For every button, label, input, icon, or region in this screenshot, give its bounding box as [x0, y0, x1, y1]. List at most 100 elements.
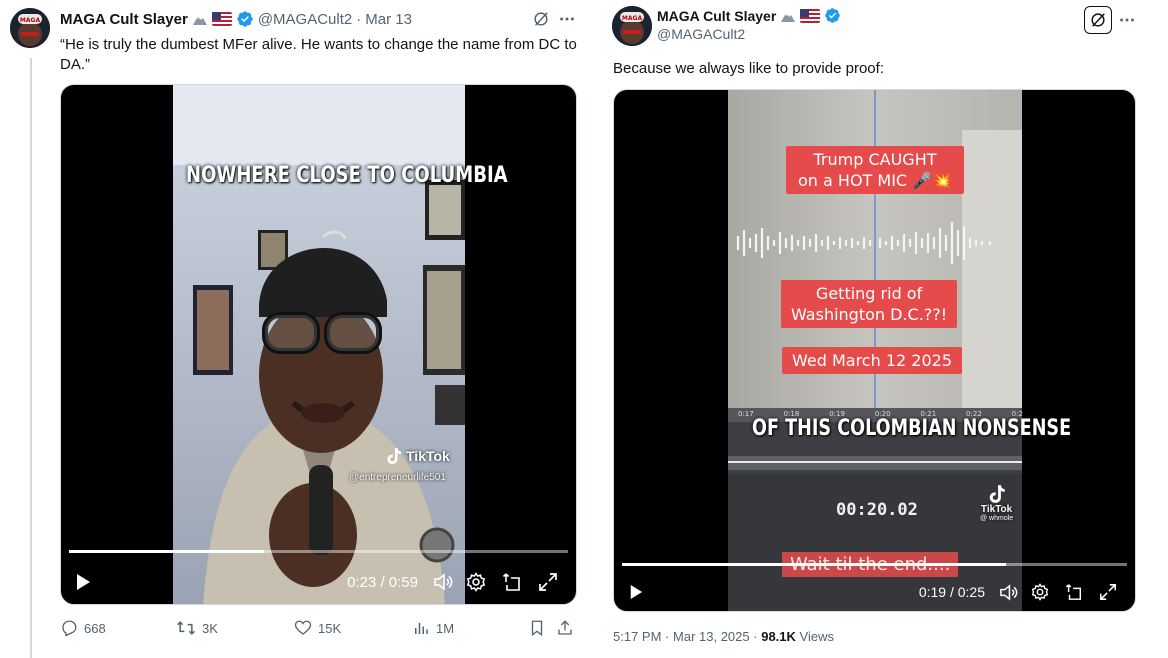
avatar[interactable]: MAGA [10, 8, 50, 48]
action-bar: 668 3K 15K 1M [60, 618, 580, 638]
more-icon [560, 17, 574, 21]
pip-icon [502, 573, 520, 591]
tiktok-brand: TikTok [980, 504, 1013, 515]
video-progress-fill [622, 563, 1006, 566]
mountain-emoji-icon [781, 12, 796, 22]
mountain-emoji-icon [192, 16, 207, 25]
tweet-text: Because we always like to provide proof: [613, 60, 884, 77]
caption-hot-mic: Trump CAUGHT on a HOT MIC 🎤💥 [786, 146, 965, 194]
tiktok-icon [989, 485, 1005, 503]
grok-icon [534, 12, 548, 26]
grok-icon [1091, 13, 1105, 27]
caption-line: Washington D.C.??! [791, 305, 948, 324]
fullscreen-button[interactable] [1091, 583, 1125, 601]
play-button[interactable] [624, 584, 648, 600]
grok-button[interactable] [1084, 6, 1112, 34]
bookmark-button[interactable] [528, 619, 546, 637]
right-post: MAGA MAGA Cult Slayer @MAGACult2 Because… [600, 0, 1168, 658]
video-player[interactable]: 0:17 0:18 0:19 0:20 0:21 0:22 0:2 Trump … [613, 89, 1136, 612]
tiktok-username: @entrepreneurlife501 [349, 472, 446, 483]
left-post: MAGA MAGA Cult Slayer @MAGACult2 · Mar 1… [0, 0, 590, 658]
play-button[interactable] [71, 573, 95, 591]
video-player[interactable]: NOWHERE CLOSE TO COLUMBIA TikTok @entrep… [60, 84, 577, 605]
caption-line: Trump CAUGHT [813, 150, 937, 169]
pip-icon [1065, 584, 1082, 600]
reply-button[interactable]: 668 [60, 619, 106, 637]
views-button[interactable]: 1M [412, 619, 454, 637]
video-subtitle: OF THIS COLOMBIAN NONSENSE [752, 416, 1072, 441]
volume-icon [999, 583, 1017, 601]
separator-dot: · [665, 629, 670, 644]
bookmark-icon [531, 620, 543, 637]
settings-icon [466, 572, 486, 592]
like-button[interactable]: 15K [294, 619, 341, 637]
tiktok-watermark: TikTok [386, 447, 450, 465]
post-date[interactable]: Mar 13, 2025 [673, 629, 750, 644]
post-header: MAGA Cult Slayer [657, 7, 841, 24]
views-count: 1M [436, 620, 455, 636]
repost-count: 3K [202, 620, 218, 636]
video-caption-text: NOWHERE CLOSE TO COLUMBIA [186, 163, 508, 188]
video-progress-fill [69, 550, 264, 553]
play-icon [77, 574, 90, 590]
like-count: 15K [318, 620, 342, 636]
avatar-image: MAGA [612, 6, 652, 46]
author-handle[interactable]: @MAGACult2 [657, 26, 745, 42]
tiktok-watermark: TikTok @ whmole [980, 484, 1013, 522]
caption-line: on a HOT MIC 🎤💥 [798, 171, 953, 190]
pip-button[interactable] [1057, 583, 1091, 601]
flag-icon [800, 8, 821, 23]
avatar[interactable]: MAGA [612, 6, 652, 46]
like-icon [294, 620, 312, 635]
caption-date: Wed March 12 2025 [782, 347, 962, 374]
more-icon [1120, 18, 1134, 22]
more-button[interactable] [1116, 9, 1138, 31]
author-name[interactable]: MAGA Cult Slayer [60, 11, 188, 28]
tweet-text: “He is truly the dumbest MFer alive. He … [60, 36, 577, 73]
volume-icon [434, 573, 453, 591]
avatar-image: MAGA [10, 8, 50, 48]
tiktok-icon [387, 448, 401, 464]
separator-dot: · [356, 10, 362, 28]
reply-icon [62, 620, 77, 637]
pip-button[interactable] [494, 572, 530, 592]
thread-line [30, 58, 32, 658]
tiktok-username: @ whmole [980, 515, 1014, 522]
fullscreen-button[interactable] [530, 572, 566, 592]
views-icon [415, 622, 428, 634]
video-caption: NOWHERE CLOSE TO COLUMBIA [186, 163, 508, 188]
svg-text:MAGA: MAGA [20, 17, 41, 24]
share-button[interactable] [556, 619, 574, 637]
settings-button[interactable] [1023, 583, 1057, 601]
author-name[interactable]: MAGA Cult Slayer [657, 8, 776, 24]
video-controls: 0:23 / 0:59 [61, 567, 576, 597]
video-progress-bar[interactable] [69, 550, 568, 553]
video-controls: 0:19 / 0:25 [614, 578, 1135, 606]
flag-icon [211, 12, 232, 26]
post-time[interactable]: 5:17 PM [613, 629, 661, 644]
grok-button[interactable] [530, 8, 552, 30]
post-date[interactable]: Mar 13 [365, 11, 412, 28]
caption-getting-rid: Getting rid of Washington D.C.??! [781, 280, 958, 328]
verified-icon [237, 11, 253, 27]
volume-button[interactable] [428, 573, 458, 591]
fullscreen-icon [539, 573, 557, 591]
separator-dot: · [753, 629, 758, 644]
settings-button[interactable] [458, 572, 494, 592]
more-button[interactable] [556, 8, 578, 30]
views-label: Views [799, 629, 834, 644]
author-handle[interactable]: @MAGACult2 [258, 11, 352, 28]
volume-button[interactable] [993, 583, 1023, 601]
repost-icon [177, 621, 195, 635]
svg-text:MAGA: MAGA [622, 15, 643, 22]
reply-count: 668 [84, 620, 106, 636]
post-meta: 5:17 PM · Mar 13, 2025 · 98.1K Views [613, 629, 834, 644]
verified-icon [825, 8, 841, 23]
video-time: 0:23 / 0:59 [347, 573, 418, 591]
repost-button[interactable]: 3K [176, 619, 218, 637]
share-icon [558, 620, 572, 635]
video-progress-bar[interactable] [622, 563, 1127, 566]
caption-line: Getting rid of [815, 284, 923, 303]
video-timer: 00:20.02 [836, 500, 918, 520]
fullscreen-icon [1100, 584, 1116, 600]
